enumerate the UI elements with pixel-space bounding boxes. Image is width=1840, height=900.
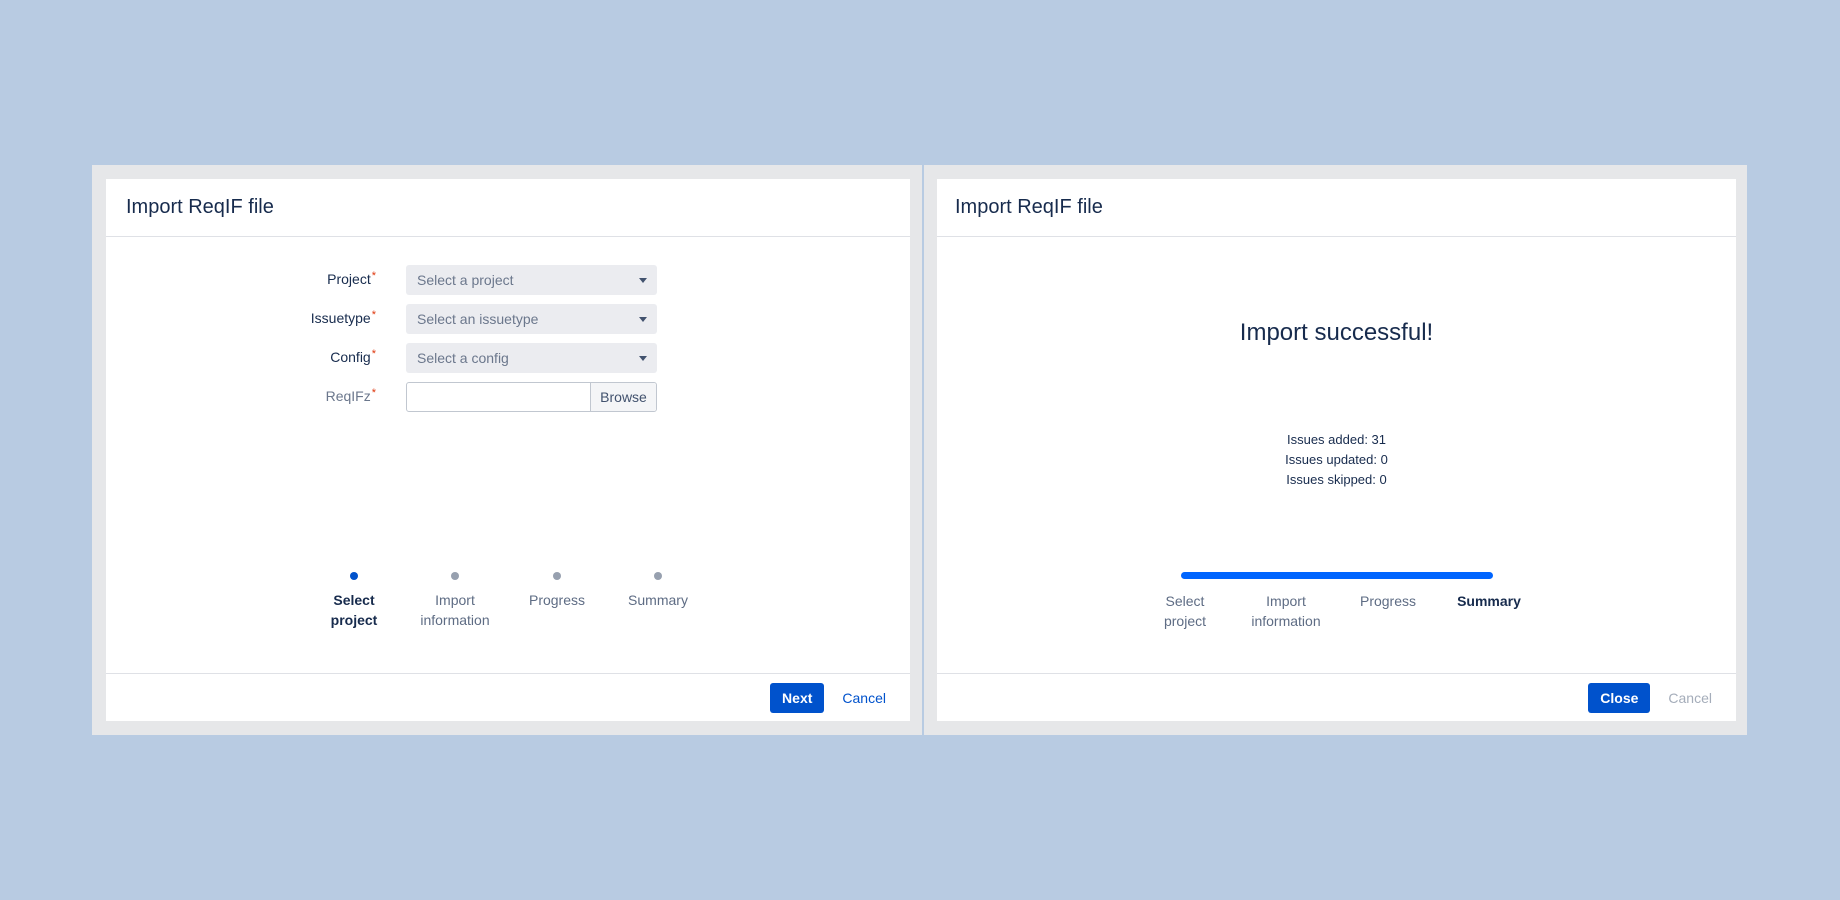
dialog-title: Import ReqIF file bbox=[106, 179, 910, 237]
step-dot bbox=[451, 572, 459, 580]
step-label-line1: Import bbox=[435, 592, 475, 608]
config-label: Config* bbox=[330, 348, 376, 365]
step-label-line1: Progress bbox=[1359, 593, 1417, 609]
config-select[interactable]: Select a config bbox=[406, 343, 657, 373]
step-progress: Progress bbox=[1333, 573, 1443, 611]
browse-button[interactable]: Browse bbox=[590, 383, 656, 411]
chevron-down-icon bbox=[639, 356, 647, 361]
import-stats: Issues added: 31 Issues updated: 0 Issue… bbox=[937, 430, 1736, 490]
required-mark: * bbox=[371, 309, 376, 321]
step-import-information: Import information bbox=[400, 572, 510, 630]
success-message: Import successful! bbox=[1239, 319, 1434, 346]
reqifz-file-input[interactable] bbox=[407, 383, 590, 411]
dialog-title: Import ReqIF file bbox=[937, 179, 1736, 237]
chevron-down-icon bbox=[639, 317, 647, 322]
step-label-line2: project bbox=[1163, 613, 1207, 629]
dialog-footer: Next Cancel bbox=[106, 673, 910, 721]
required-mark: * bbox=[371, 348, 376, 360]
dialog-body: Project* Select a project Issuetype* Sel… bbox=[106, 237, 910, 673]
project-select-placeholder: Select a project bbox=[417, 272, 514, 288]
import-dialog-select-project: Import ReqIF file Project* Select a proj… bbox=[106, 179, 910, 721]
project-label: Project* bbox=[327, 270, 376, 287]
step-label-line1: Import bbox=[1266, 593, 1306, 609]
cancel-button[interactable]: Cancel bbox=[838, 690, 890, 706]
close-button[interactable]: Close bbox=[1588, 682, 1651, 713]
step-label-line2: project bbox=[330, 612, 378, 628]
reqifz-label: ReqIFz* bbox=[325, 387, 376, 404]
step-dot-active bbox=[350, 572, 358, 580]
dialog-footer: Close Cancel bbox=[937, 673, 1736, 721]
step-progress: Progress bbox=[502, 572, 612, 610]
step-select-project: Select project bbox=[1130, 573, 1240, 631]
dialog-body: Import successful! Issues added: 31 Issu… bbox=[937, 237, 1736, 673]
step-dot bbox=[553, 572, 561, 580]
step-label-line1: Summary bbox=[1457, 593, 1521, 609]
config-row: Config* Select a config bbox=[106, 343, 910, 373]
required-mark: * bbox=[371, 270, 376, 282]
step-label-line2: information bbox=[1251, 613, 1321, 629]
issuetype-select[interactable]: Select an issuetype bbox=[406, 304, 657, 334]
project-select[interactable]: Select a project bbox=[406, 265, 657, 295]
reqifz-file-picker: Browse bbox=[406, 382, 657, 412]
required-mark: * bbox=[371, 387, 376, 399]
right-dialog-frame: Import ReqIF file Import successful! Iss… bbox=[924, 165, 1747, 735]
step-summary: Summary bbox=[1434, 573, 1544, 611]
issuetype-row: Issuetype* Select an issuetype bbox=[106, 304, 910, 334]
stat-issues-added: Issues added: 31 bbox=[1286, 432, 1387, 447]
step-import-information: Import information bbox=[1231, 573, 1341, 631]
step-label-line1: Summary bbox=[628, 592, 688, 608]
reqifz-row: ReqIFz* Browse bbox=[106, 382, 910, 412]
step-summary: Summary bbox=[603, 572, 713, 610]
step-select-project: Select project bbox=[299, 572, 409, 630]
issuetype-label: Issuetype* bbox=[310, 309, 376, 326]
project-row: Project* Select a project bbox=[106, 265, 910, 295]
stat-issues-updated: Issues updated: 0 bbox=[1285, 452, 1388, 467]
stat-issues-skipped: Issues skipped: 0 bbox=[1286, 472, 1387, 487]
config-select-placeholder: Select a config bbox=[417, 350, 509, 366]
step-label-line1: Select bbox=[333, 592, 375, 608]
issuetype-select-placeholder: Select an issuetype bbox=[417, 311, 539, 327]
step-label-line1: Select bbox=[1165, 593, 1205, 609]
step-label-line2: information bbox=[420, 612, 490, 628]
chevron-down-icon bbox=[639, 278, 647, 283]
left-dialog-frame: Import ReqIF file Project* Select a proj… bbox=[92, 165, 922, 735]
step-label-line1: Progress bbox=[528, 592, 586, 608]
import-dialog-summary: Import ReqIF file Import successful! Iss… bbox=[937, 179, 1736, 721]
step-dot bbox=[654, 572, 662, 580]
cancel-button-disabled: Cancel bbox=[1668, 689, 1712, 706]
next-button[interactable]: Next bbox=[770, 682, 825, 713]
